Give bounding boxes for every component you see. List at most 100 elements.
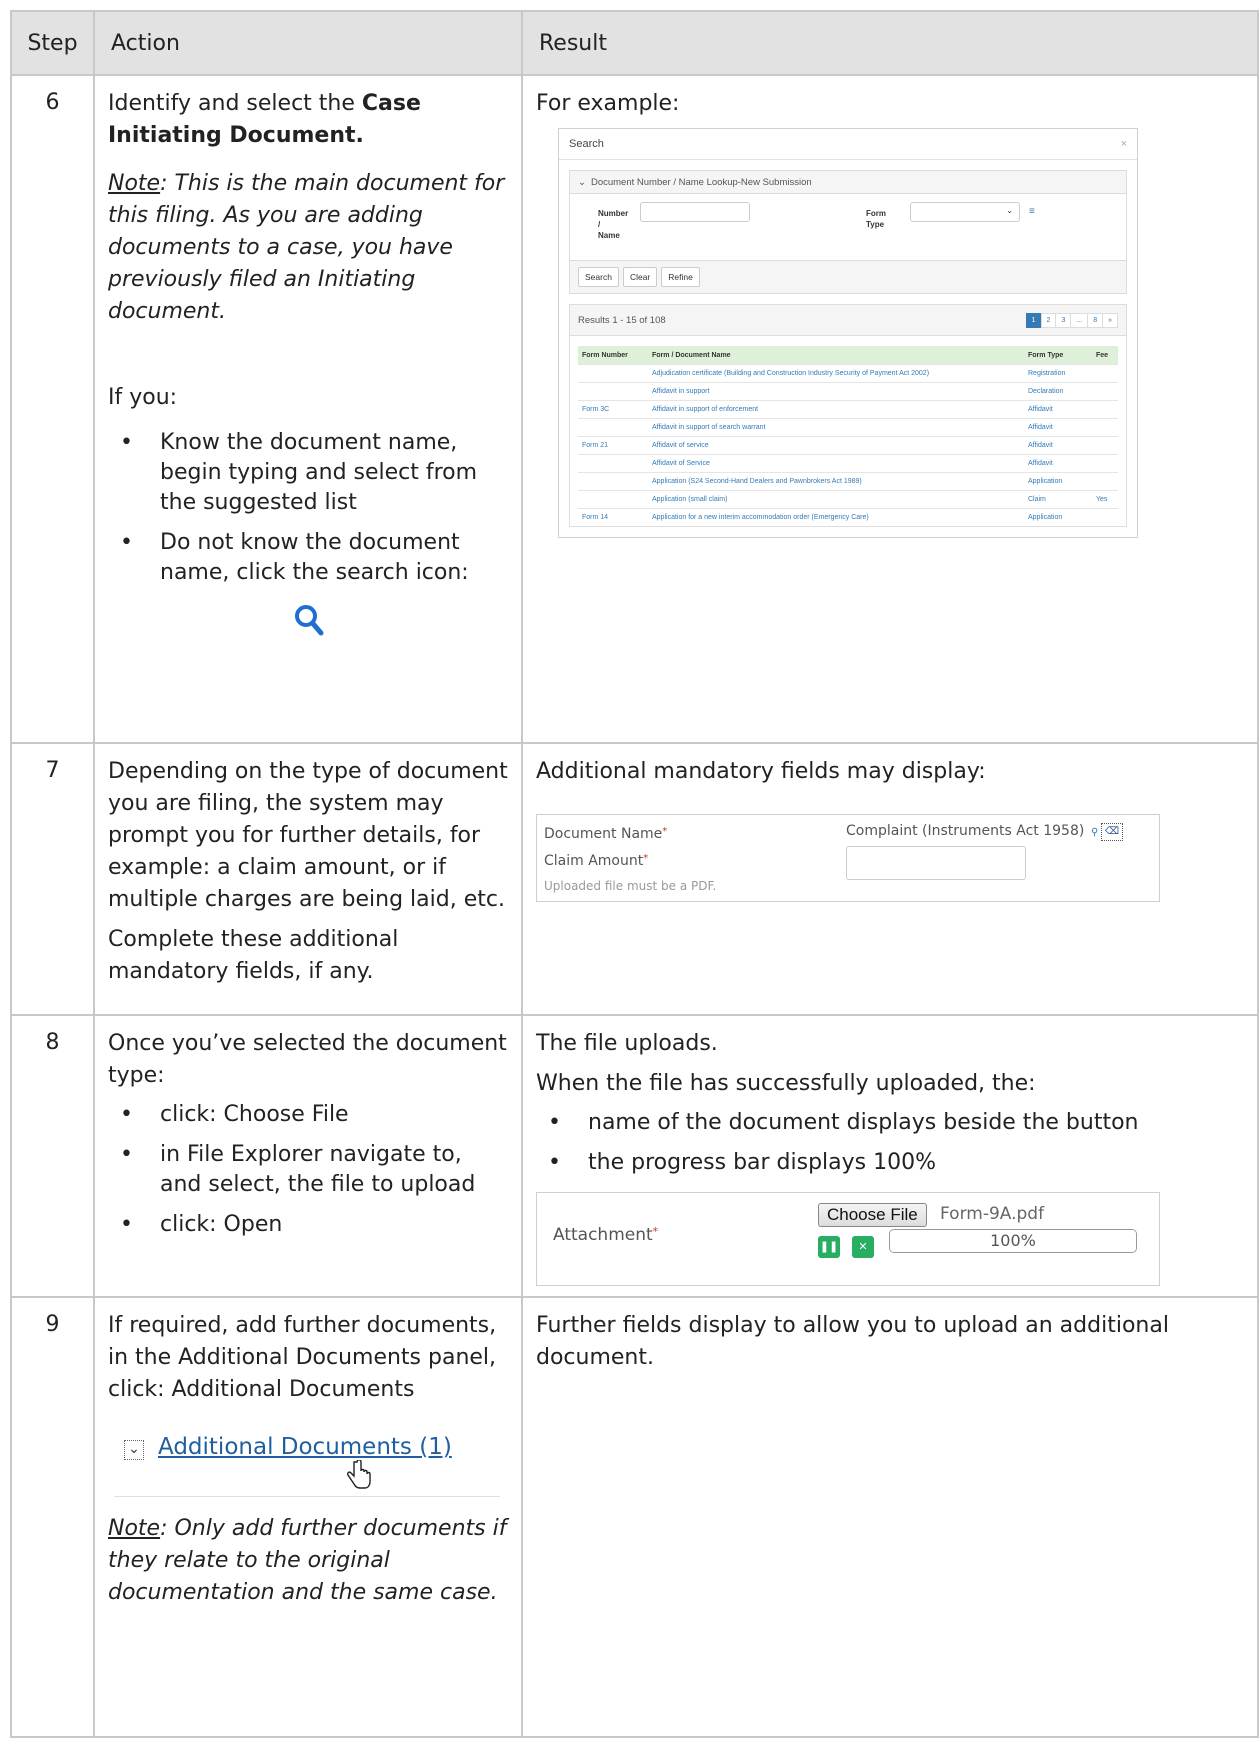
form-type-select[interactable]: ⌄ [910, 202, 1020, 222]
attachment-field: Attachment* Choose File Form-9A.pdf ❚❚ ✕… [536, 1192, 1160, 1286]
action-text: Complete these additional mandatory fiel… [108, 927, 399, 984]
page-link[interactable]: 1 [1025, 312, 1042, 328]
table-row[interactable]: Affidavit of Service Affidavit [578, 454, 1118, 473]
list-item: in File Explorer navigate to, and select… [120, 1140, 509, 1200]
choose-file-button[interactable]: Choose File [818, 1203, 927, 1227]
list-options-icon[interactable]: ≡ [1029, 206, 1035, 217]
pagination: 1 2 3 ... 8 » [1025, 312, 1118, 328]
form-type-label: Form Type [866, 209, 886, 229]
step-number: 6 [10, 74, 95, 744]
chevron-down-icon: ⌄ [1006, 206, 1013, 215]
file-name: Form-9A.pdf [940, 1204, 1045, 1224]
header-step: Step [10, 10, 95, 76]
bullet-list: Know the document name, begin typing and… [108, 428, 509, 588]
header-action: Action [93, 10, 523, 76]
document-name-label: Document Name* [544, 826, 668, 842]
result-cell: Additional mandatory fields may display:… [521, 742, 1259, 1016]
number-name-label: Number / Name [598, 209, 629, 240]
result-cell: Further fields display to allow you to u… [521, 1296, 1259, 1738]
table-row[interactable]: Form 3C Affidavit in support of enforceme… [578, 400, 1118, 419]
progress-bar: 100% [889, 1229, 1137, 1253]
search-button[interactable]: Search [578, 267, 619, 287]
close-icon[interactable]: ✕ [852, 1236, 874, 1258]
table-row[interactable]: Affidavit in support Declaration [578, 382, 1118, 401]
panel-title: Document Number / Name Lookup-New Submis… [590, 176, 812, 188]
result-cell: For example: Search × ⌄ Document Number … [521, 74, 1259, 744]
action-cell: Identify and select the Case Initiating … [93, 74, 523, 744]
action-text: Once you’ve selected the document type: [108, 1031, 507, 1088]
step-number: 9 [10, 1296, 95, 1738]
page-link[interactable]: 3 [1055, 312, 1072, 328]
number-name-input[interactable] [640, 202, 750, 222]
close-icon[interactable]: × [1121, 138, 1127, 150]
step-row-6: 6 Identify and select the Case Initiatin… [10, 74, 1259, 744]
step-row-9: 9 If required, add further documents, in… [10, 1296, 1259, 1738]
clear-field-icon[interactable]: ⌫ [1101, 823, 1123, 841]
attachment-label: Attachment* [553, 1225, 659, 1245]
progress-text: 100% [990, 1231, 1036, 1250]
table-row[interactable]: Form 21 Affidavit of service Affidavit [578, 436, 1118, 455]
step-row-7: 7 Depending on the type of document you … [10, 742, 1259, 1016]
table-row[interactable]: Application (small claim) Claim Yes [578, 490, 1118, 509]
dialog-header: Search × [559, 129, 1137, 160]
result-text: Further fields display to allow you to u… [536, 1313, 1169, 1370]
mandatory-fields: Document Name* Complaint (Instruments Ac… [536, 814, 1160, 902]
action-intro: Identify and select the Case Initiating … [108, 91, 421, 148]
action-text: Depending on the type of document you ar… [108, 759, 508, 912]
claim-amount-label: Claim Amount* [544, 853, 649, 869]
bullet-list: name of the document displays beside the… [536, 1108, 1245, 1178]
procedure-table: Step Action Result 6 Identify and select… [10, 10, 1259, 1738]
list-item: the progress bar displays 100% [548, 1148, 1245, 1178]
header-row: Step Action Result [10, 10, 1259, 76]
action-text: If required, add further documents, in t… [108, 1313, 497, 1402]
next-page-link[interactable]: » [1102, 312, 1118, 328]
refine-button[interactable]: Refine [661, 267, 700, 287]
step-number: 8 [10, 1014, 95, 1298]
results-count: Results 1 - 15 of 108 [578, 314, 666, 326]
result-text: The file uploads. [536, 1031, 718, 1056]
table-row[interactable]: Form 14 Application for a new interim acc… [578, 508, 1118, 526]
header-result: Result [521, 10, 1259, 76]
column-header: Form Number [578, 346, 648, 365]
page-link[interactable]: 8 [1087, 312, 1104, 328]
column-header: Fee [1092, 346, 1118, 365]
pause-icon[interactable]: ❚❚ [818, 1236, 840, 1258]
chevron-down-icon[interactable]: ⌄ [124, 1440, 144, 1460]
table-row[interactable]: Affidavit in support of search warrant Af… [578, 418, 1118, 437]
table-row[interactable]: Application (S24 Second-Hand Dealers and… [578, 472, 1118, 491]
list-item: click: Choose File [120, 1100, 509, 1130]
dialog-buttons: Search Clear Refine [570, 260, 1126, 293]
result-cell: The file uploads. When the file has succ… [521, 1014, 1259, 1298]
list-item: Know the document name, begin typing and… [120, 428, 509, 518]
chevron-down-icon: ⌄ [578, 176, 586, 188]
result-text: When the file has successfully uploaded,… [536, 1071, 1036, 1096]
document-name-value: Complaint (Instruments Act 1958) [846, 823, 1085, 839]
dialog-title: Search [569, 138, 604, 150]
list-item: name of the document displays beside the… [548, 1108, 1245, 1138]
note: Note: Only add further documents if they… [108, 1516, 507, 1605]
lookup-panel: ⌄ Document Number / Name Lookup-New Subm… [569, 170, 1127, 294]
additional-documents-panel[interactable]: ⌄ Additional Documents (1) [114, 1422, 500, 1497]
page-link[interactable]: ... [1070, 312, 1089, 328]
action-cell: Depending on the type of document you ar… [93, 742, 523, 1016]
claim-amount-input[interactable] [846, 846, 1026, 880]
column-header: Form / Document Name [648, 346, 1024, 365]
results-table: Form Number Form / Document Name Form Ty… [578, 346, 1118, 526]
results-panel: Results 1 - 15 of 108 1 2 3 ... 8 » Form… [569, 304, 1127, 527]
step-row-8: 8 Once you’ve selected the document type… [10, 1014, 1259, 1298]
clear-button[interactable]: Clear [622, 267, 658, 287]
result-text: Additional mandatory fields may display: [536, 759, 986, 784]
panel-header[interactable]: ⌄ Document Number / Name Lookup-New Subm… [570, 171, 1126, 194]
upload-hint: Uploaded file must be a PDF. [544, 879, 717, 893]
if-you-text: If you: [108, 385, 178, 410]
note: Note: This is the main document for this… [108, 171, 505, 324]
page-link[interactable]: 2 [1040, 312, 1057, 328]
action-cell: If required, add further documents, in t… [93, 1296, 523, 1738]
search-icon[interactable]: ⚲ [1091, 827, 1098, 838]
action-cell: Once you’ve selected the document type: … [93, 1014, 523, 1298]
result-text: For example: [536, 91, 680, 116]
bullet-list: click: Choose File in File Explorer navi… [108, 1100, 509, 1240]
additional-documents-link[interactable]: Additional Documents (1) [158, 1434, 452, 1460]
table-row[interactable]: Adjudication certificate (Building and C… [578, 364, 1118, 383]
list-item: Do not know the document name, click the… [120, 528, 509, 588]
